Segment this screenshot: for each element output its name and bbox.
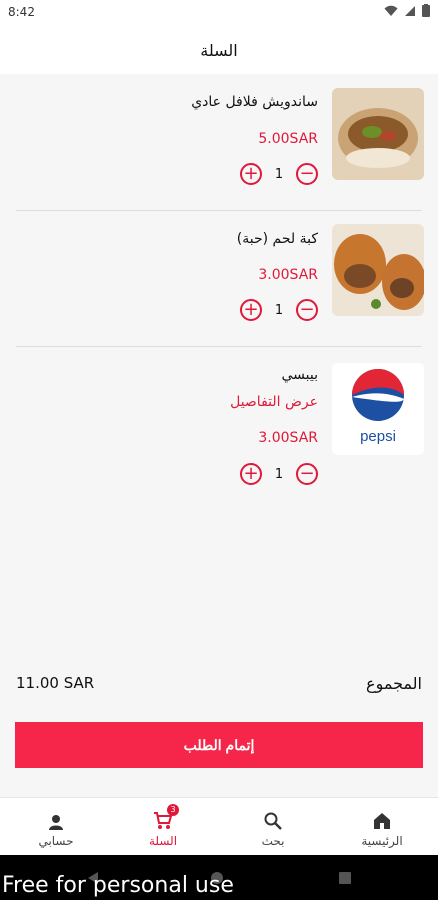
quantity-stepper: + 1 −: [240, 463, 318, 485]
increase-quantity-button[interactable]: +: [240, 463, 262, 485]
increase-quantity-button[interactable]: +: [240, 163, 262, 185]
nav-cart[interactable]: 3 السلة: [123, 804, 203, 848]
quantity-value: 1: [274, 302, 284, 318]
cart-item-price: 5.00SAR: [258, 131, 318, 147]
total-label: المجموع: [366, 674, 422, 693]
cart-total-row: 11.00 SAR المجموع: [16, 674, 422, 698]
falafel-sandwich-image: [332, 88, 424, 180]
quantity-stepper: + 1 −: [240, 299, 318, 321]
cart-item-kibbeh: كبة لحم (حبة) 3.00SAR + 1 −: [0, 211, 438, 346]
status-icons: [384, 4, 430, 17]
search-icon: [264, 812, 282, 830]
decrease-quantity-button[interactable]: −: [296, 163, 318, 185]
view-details-link[interactable]: عرض التفاصيل: [230, 394, 318, 410]
battery-icon: [422, 4, 430, 17]
cart-badge: 3: [167, 804, 179, 816]
nav-home[interactable]: الرئيسية: [342, 806, 422, 848]
cart-item-name: ساندويش فلافل عادي: [191, 94, 318, 110]
nav-search-label: بحث: [261, 834, 285, 848]
status-bar: 8:42: [0, 0, 438, 26]
cart-item-price: 3.00SAR: [258, 430, 318, 446]
decrease-quantity-button[interactable]: −: [296, 463, 318, 485]
pepsi-logo-text: pepsi: [360, 428, 396, 445]
page-title: السلة: [200, 40, 238, 60]
person-icon: [49, 815, 63, 830]
kibbeh-image: [332, 224, 424, 316]
cart-item-falafel: ساندويش فلافل عادي 5.00SAR + 1 −: [0, 74, 438, 210]
pepsi-logo-image: pepsi: [332, 363, 424, 455]
quantity-value: 1: [274, 466, 284, 482]
nav-search[interactable]: بحث: [233, 806, 313, 848]
quantity-value: 1: [274, 166, 284, 182]
nav-cart-label: السلة: [148, 834, 178, 848]
watermark-text: Free for personal use: [2, 873, 234, 898]
recents-icon[interactable]: [338, 871, 352, 885]
cart-item-name: بيبسي: [281, 367, 318, 383]
cart-item-pepsi: pepsi بيبسي عرض التفاصيل 3.00SAR + 1 −: [0, 347, 438, 507]
nav-home-label: الرئيسية: [361, 834, 403, 848]
status-time: 8:42: [8, 5, 35, 19]
bottom-navigation: حسابي 3 السلة بحث الرئيسية: [0, 797, 438, 856]
total-amount: 11.00 SAR: [16, 674, 95, 692]
cart-item-price: 3.00SAR: [258, 267, 318, 283]
cart-item-name: كبة لحم (حبة): [236, 231, 318, 247]
app-bar: السلة: [0, 26, 438, 74]
nav-account[interactable]: حسابي: [16, 806, 96, 848]
decrease-quantity-button[interactable]: −: [296, 299, 318, 321]
signal-icon: [405, 5, 415, 16]
increase-quantity-button[interactable]: +: [240, 299, 262, 321]
nav-account-label: حسابي: [38, 834, 74, 848]
quantity-stepper: + 1 −: [240, 163, 318, 185]
checkout-button[interactable]: إتمام الطلب: [15, 722, 423, 768]
wifi-icon: [384, 5, 398, 16]
home-icon: [374, 813, 390, 829]
